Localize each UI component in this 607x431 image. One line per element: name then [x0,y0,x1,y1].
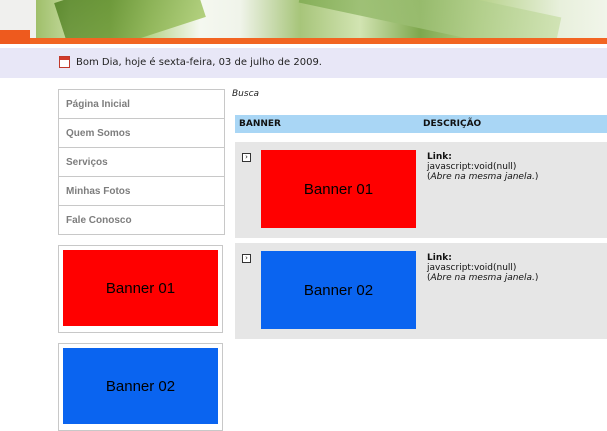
link-value: javascript:void(null) [427,162,517,172]
menu-item-quem-somos[interactable]: Quem Somos [59,119,224,148]
column-header-description: DESCRIÇÃO [423,119,482,129]
header-banner [0,0,607,44]
header-accent-bar [0,38,607,44]
table-row: › Banner 02 Link: javascript:void(null) … [235,243,607,339]
link-target: Abre na mesma janela. [430,172,535,182]
greeting-text: Bom Dia, hoje é sexta-feira, 03 de julho… [76,57,322,68]
sidebar-banner-2[interactable]: Banner 02 [58,343,223,431]
banner-02-image[interactable]: Banner 02 [261,251,416,329]
link-value: javascript:void(null) [427,263,517,273]
banner-description: Link: javascript:void(null) (Abre na mes… [427,253,539,283]
menu-item-servicos[interactable]: Serviços [59,148,224,177]
banner-01-image[interactable]: Banner 01 [63,250,218,326]
expand-icon[interactable]: › [242,153,251,162]
link-label: Link: [427,253,452,263]
column-header-banner: BANNER [239,119,281,129]
banner-01-image[interactable]: Banner 01 [261,150,416,228]
calendar-icon [59,56,70,68]
table-header: BANNER DESCRIÇÃO [235,115,607,133]
expand-icon[interactable]: › [242,254,251,263]
link-label: Link: [427,152,452,162]
banner-02-image[interactable]: Banner 02 [63,348,218,424]
sidebar-banner-1[interactable]: Banner 01 [58,245,223,333]
table-row: › Banner 01 Link: javascript:void(null) … [235,142,607,238]
menu-item-pagina-inicial[interactable]: Página Inicial [59,90,224,119]
search-link[interactable]: Busca [232,89,259,99]
banner-description: Link: javascript:void(null) (Abre na mes… [427,152,539,182]
menu-item-fale-conosco[interactable]: Fale Conosco [59,206,224,235]
menu-item-minhas-fotos[interactable]: Minhas Fotos [59,177,224,206]
greeting-bar: Bom Dia, hoje é sexta-feira, 03 de julho… [0,48,607,78]
link-target: Abre na mesma janela. [430,273,535,283]
sidebar-menu: Página Inicial Quem Somos Serviços Minha… [58,89,225,235]
